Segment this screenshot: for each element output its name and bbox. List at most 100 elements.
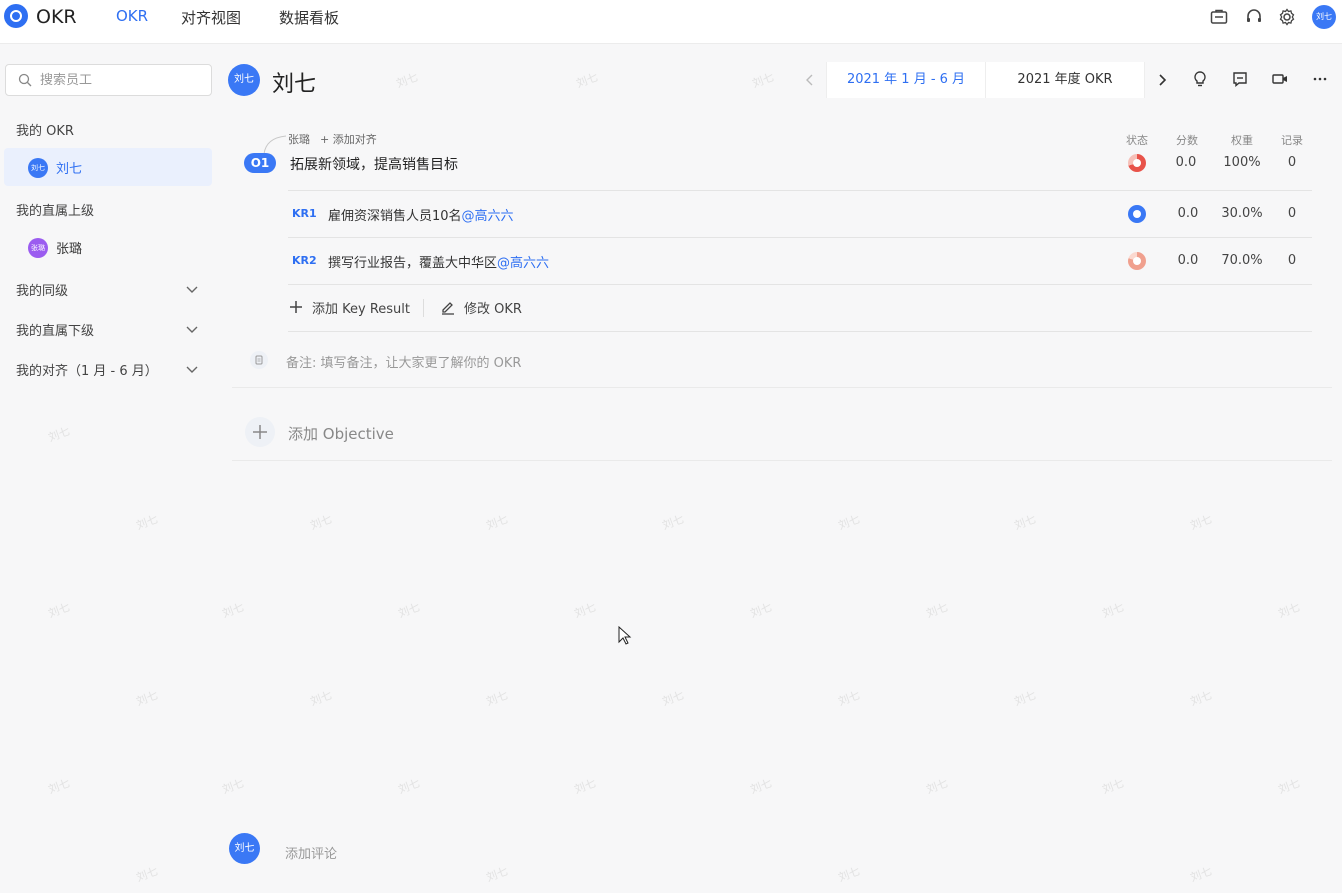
chevron-down-icon[interactable] <box>185 282 199 296</box>
watermark: 刘七 <box>660 512 686 533</box>
kr-weight[interactable]: 70.0% <box>1217 253 1267 268</box>
more-icon[interactable] <box>1311 70 1329 88</box>
mouse-cursor-icon <box>618 626 632 645</box>
column-header-score: 分数 <box>1176 134 1198 147</box>
gear-icon[interactable] <box>1277 7 1297 27</box>
tab-alignment-view[interactable]: 对齐视图 <box>181 7 241 28</box>
watermark: 刘七 <box>484 512 510 533</box>
watermark: 刘七 <box>484 688 510 709</box>
lightbulb-icon[interactable] <box>1191 70 1209 88</box>
briefcase-icon[interactable] <box>1209 7 1229 27</box>
watermark: 刘七 <box>308 688 334 709</box>
section-my-peers[interactable]: 我的同级 <box>16 280 68 299</box>
kr-records[interactable]: 0 <box>1267 253 1317 268</box>
add-objective-row[interactable] <box>232 400 1332 461</box>
user-avatar[interactable]: 刘七 <box>1312 5 1336 29</box>
kr-weight[interactable]: 30.0% <box>1217 206 1267 221</box>
watermark: 刘七 <box>748 600 774 621</box>
top-bar: OKR OKR 对齐视图 数据看板 刘七 <box>0 0 1342 44</box>
section-my-alignment[interactable]: 我的对齐（1 月 - 6 月） <box>16 360 158 379</box>
sidebar-item-me[interactable]: 刘七 刘七 <box>4 148 212 186</box>
add-key-result-button[interactable]: 添加 Key Result <box>312 298 410 317</box>
headset-icon[interactable] <box>1244 7 1264 27</box>
search-input[interactable] <box>40 70 200 90</box>
watermark: 刘七 <box>1188 688 1214 709</box>
kr-status-indicator[interactable] <box>1128 252 1146 270</box>
watermark: 刘七 <box>748 776 774 797</box>
sidebar-item-superior[interactable]: 张璐 张璐 <box>4 228 212 266</box>
mention-link[interactable]: @高六六 <box>462 209 514 224</box>
mention-link[interactable]: @高六六 <box>497 256 549 271</box>
tab-okr[interactable]: OKR <box>116 7 148 25</box>
watermark: 刘七 <box>1012 688 1038 709</box>
watermark: 刘七 <box>924 776 950 797</box>
watermark: 刘七 <box>1100 600 1126 621</box>
divider <box>288 190 1312 191</box>
section-my-okr: 我的 OKR <box>16 124 74 139</box>
aligned-owner[interactable]: 张璐 <box>288 131 310 147</box>
kr-badge: KR1 <box>292 207 317 220</box>
kr-score[interactable]: 0.0 <box>1163 206 1213 221</box>
comment-input[interactable]: 添加评论 <box>285 843 337 862</box>
kr-text: 雇佣资深销售人员10名@高六六 <box>328 209 514 224</box>
objective-status-indicator[interactable] <box>1128 154 1146 172</box>
chevron-down-icon[interactable] <box>185 322 199 336</box>
chevron-left-icon[interactable] <box>800 70 820 90</box>
objective-score[interactable]: 0.0 <box>1161 155 1211 170</box>
app-name: OKR <box>36 6 77 28</box>
sidebar-item-label: 张璐 <box>56 242 83 257</box>
kr-records[interactable]: 0 <box>1267 206 1317 221</box>
kr-badge: KR2 <box>292 254 317 267</box>
watermark: 刘七 <box>750 70 776 91</box>
avatar: 张璐 <box>28 238 48 258</box>
watermark: 刘七 <box>394 70 420 91</box>
edit-okr-button[interactable]: 修改 OKR <box>464 298 522 317</box>
objective-records[interactable]: 0 <box>1267 155 1317 170</box>
employee-search[interactable] <box>5 64 212 96</box>
chevron-down-icon[interactable] <box>185 362 199 376</box>
app-logo-icon[interactable] <box>4 4 28 28</box>
watermark: 刘七 <box>836 688 862 709</box>
page-title: 刘七 <box>272 72 317 97</box>
watermark: 刘七 <box>660 688 686 709</box>
year-okr-selector[interactable]: 2021 年度 OKR <box>985 62 1145 98</box>
sidebar-item-label: 刘七 <box>56 162 83 177</box>
section-my-subordinates[interactable]: 我的直属下级 <box>16 320 94 339</box>
column-header-weight: 权重 <box>1231 134 1253 147</box>
objective-weight[interactable]: 100% <box>1217 155 1267 170</box>
kr-text: 撰写行业报告，覆盖大中华区@高六六 <box>328 256 550 271</box>
watermark: 刘七 <box>1276 600 1302 621</box>
watermark: 刘七 <box>1276 776 1302 797</box>
kr-score[interactable]: 0.0 <box>1163 253 1213 268</box>
watermark: 刘七 <box>1012 512 1038 533</box>
sidebar: 我的 OKR 刘七 刘七 我的直属上级 张璐 张璐 我的同级 我的直属下级 我的… <box>0 45 224 893</box>
kr-status-indicator[interactable] <box>1128 205 1146 223</box>
watermark: 刘七 <box>484 864 510 885</box>
comment-icon[interactable] <box>1231 70 1249 88</box>
comment-avatar: 刘七 <box>229 833 260 864</box>
column-header-records: 记录 <box>1281 134 1303 147</box>
divider <box>423 299 424 317</box>
tab-dashboard[interactable]: 数据看板 <box>279 7 339 28</box>
objective-title[interactable]: 拓展新领域，提高销售目标 <box>290 154 458 174</box>
add-objective-button[interactable]: 添加 Objective <box>288 423 394 444</box>
watermark: 刘七 <box>396 600 422 621</box>
add-alignment-button[interactable]: + 添加对齐 <box>320 131 377 147</box>
edit-icon[interactable] <box>440 299 456 315</box>
period-selector[interactable]: 2021 年 1 月 - 6 月 <box>826 62 986 98</box>
watermark: 刘七 <box>1188 512 1214 533</box>
watermark: 刘七 <box>1100 776 1126 797</box>
watermark: 刘七 <box>574 70 600 91</box>
note-input[interactable]: 备注: 填写备注，让大家更了解你的 OKR <box>286 352 521 371</box>
watermark: 刘七 <box>924 600 950 621</box>
watermark: 刘七 <box>836 864 862 885</box>
video-icon[interactable] <box>1271 70 1289 88</box>
plus-icon[interactable] <box>245 417 275 447</box>
watermark: 刘七 <box>572 600 598 621</box>
chevron-right-icon[interactable] <box>1152 70 1172 90</box>
watermark: 刘七 <box>396 776 422 797</box>
search-icon <box>18 73 32 87</box>
divider <box>288 284 1312 285</box>
plus-icon[interactable] <box>288 299 304 315</box>
watermark: 刘七 <box>836 512 862 533</box>
